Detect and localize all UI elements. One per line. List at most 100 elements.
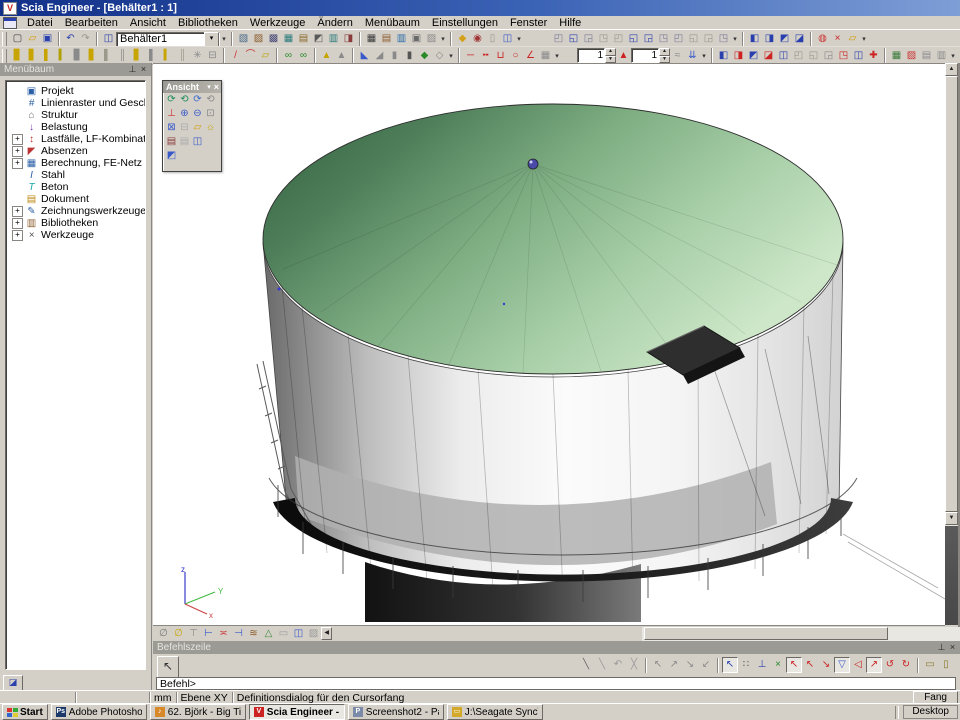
snap-mode-icon[interactable]: ▽ <box>834 657 850 673</box>
member-tool-icon[interactable]: ▊ <box>10 49 25 63</box>
snap-icon[interactable]: ↖ <box>650 657 666 673</box>
tree-expand-icon[interactable]: + <box>12 218 23 229</box>
tree-expand-icon[interactable]: + <box>12 230 23 241</box>
tree-item[interactable]: + # Linienraster und Geschosse <box>8 97 145 109</box>
tree-item[interactable]: + ⌂ Struktur <box>8 109 145 121</box>
member-tool-icon[interactable]: ▊ <box>70 49 85 63</box>
member-tool-icon[interactable]: ▌ <box>100 49 115 63</box>
toolbar-icon[interactable]: ▥ <box>934 49 949 63</box>
view-window-icon[interactable]: ◧ <box>747 32 762 46</box>
menu-item[interactable]: Werkzeuge <box>244 16 311 30</box>
dimension-tool-icon[interactable]: ╍ <box>478 49 493 63</box>
view-rotate-icon[interactable]: ⟲ <box>178 93 191 107</box>
dimension-tool-icon[interactable]: ─ <box>463 49 478 63</box>
chevron-down-icon[interactable]: ▾ <box>220 35 228 43</box>
menu-item[interactable]: Bearbeiten <box>59 16 124 30</box>
spinner-up-icon[interactable]: ▲ <box>605 48 616 56</box>
toolbar-icon[interactable]: ◆ <box>417 49 432 63</box>
toolbar-icon[interactable]: ▨ <box>904 49 919 63</box>
view-tool-icon[interactable]: ▱ <box>191 121 204 135</box>
window-layout-icon[interactable]: ◳ <box>716 32 731 46</box>
member-tool-icon[interactable]: ⊟ <box>205 49 220 63</box>
taskbar-task-button[interactable]: P Screenshot2 - Paint <box>348 704 444 720</box>
layer-spinner[interactable]: ▲▼ <box>631 48 670 63</box>
toolbar-grip[interactable] <box>2 49 7 63</box>
chevron-down-icon[interactable]: ▾ <box>447 52 455 60</box>
view-setting-icon[interactable]: ◫ <box>291 627 306 641</box>
snap-icon[interactable]: ▭ <box>922 657 938 673</box>
view-rotate-icon[interactable]: ⟳ <box>191 93 204 107</box>
spinner-value[interactable] <box>631 48 659 63</box>
desktop-toolbar-label[interactable]: Desktop <box>903 705 958 719</box>
toolbar-icon[interactable]: ◣ <box>357 49 372 63</box>
view-tool-icon[interactable]: ⊠ <box>165 121 178 135</box>
3d-viewport[interactable]: z Y x <box>153 63 945 625</box>
toolbar-icon[interactable]: ▦ <box>281 32 296 46</box>
snap-icon[interactable]: ╲ <box>594 657 610 673</box>
toolbar-icon[interactable]: ▲ <box>319 49 334 63</box>
command-panel-header[interactable]: Befehlszeile ⊥ × <box>153 641 960 654</box>
toolbar-icon[interactable]: ▨ <box>424 32 439 46</box>
selection-tool-icon[interactable]: ◫ <box>776 49 791 63</box>
tree-item[interactable]: + ✎ Zeichnungswerkzeuge <box>8 205 145 217</box>
chevron-down-icon[interactable]: ▾ <box>731 35 739 43</box>
spinner-up-icon[interactable]: ▲ <box>659 48 670 56</box>
toolbar-icon[interactable]: ↶ <box>63 32 78 46</box>
horizontal-scrollbar[interactable] <box>642 627 960 641</box>
member-tool-icon[interactable]: ▌ <box>40 49 55 63</box>
window-layout-icon[interactable]: ◱ <box>566 32 581 46</box>
toolbar-icon[interactable]: ◨ <box>341 32 356 46</box>
view-rotate-icon[interactable]: ⟳ <box>165 93 178 107</box>
member-tool-icon[interactable]: ▋ <box>130 49 145 63</box>
dimension-tool-icon[interactable]: ○ <box>508 49 523 63</box>
close-icon[interactable]: × <box>138 64 149 75</box>
member-tool-icon[interactable]: ▋ <box>25 49 40 63</box>
select-cursor-icon[interactable]: ↖ <box>722 657 738 673</box>
status-unit[interactable]: mm <box>150 692 177 704</box>
view-tool-icon[interactable]: ▤ <box>178 135 191 149</box>
dimension-tool-icon[interactable]: ▦ <box>538 49 553 63</box>
toolbar-icon[interactable]: ◩ <box>311 32 326 46</box>
snap-icon[interactable]: × <box>770 657 786 673</box>
view-tool-icon[interactable]: ☼ <box>204 121 217 135</box>
tree-item[interactable]: + ▥ Bibliotheken <box>8 217 145 229</box>
toolbar-icon[interactable]: ▤ <box>379 32 394 46</box>
snap-icon[interactable]: ↗ <box>666 657 682 673</box>
view-setting-icon[interactable]: ∅ <box>171 627 186 641</box>
zoom-tool-icon[interactable]: ⊡ <box>204 107 217 121</box>
chevron-down-icon[interactable]: ▾ <box>860 35 868 43</box>
toolbar-divider[interactable] <box>895 706 899 719</box>
draw-tool-icon[interactable]: / <box>228 49 243 63</box>
member-tool-icon[interactable]: ║ <box>175 49 190 63</box>
snap-mode-icon[interactable]: ↗ <box>866 657 882 673</box>
view-setting-icon[interactable]: ⊣ <box>231 627 246 641</box>
project-combobox[interactable]: Behälter1 ▾ <box>116 32 220 47</box>
selection-tool-icon[interactable]: ◨ <box>731 49 746 63</box>
cursor-tool-button[interactable]: ↖ <box>157 656 179 678</box>
toolbar-icon[interactable]: ▥ <box>326 32 341 46</box>
menu-item[interactable]: Hilfe <box>553 16 587 30</box>
selection-tool-icon[interactable]: ◱ <box>806 49 821 63</box>
toolbar-icon[interactable]: ▢ <box>10 32 25 46</box>
selection-tool-icon[interactable]: ◰ <box>791 49 806 63</box>
view-setting-icon[interactable]: ≋ <box>246 627 261 641</box>
view-tool-icon[interactable]: ⊟ <box>178 121 191 135</box>
child-window-icon[interactable] <box>3 17 17 29</box>
member-tool-icon[interactable]: ▋ <box>85 49 100 63</box>
selection-tool-icon[interactable]: ◧ <box>716 49 731 63</box>
member-tool-icon[interactable]: ✳ <box>190 49 205 63</box>
taskbar-task-button[interactable]: V Scia Engineer - [Behäl... <box>249 704 345 720</box>
snap-icon[interactable]: ↘ <box>682 657 698 673</box>
view-tool-icon[interactable]: ◫ <box>191 135 204 149</box>
view-setting-icon[interactable]: ▭ <box>276 627 291 641</box>
toolbar-icon[interactable]: ▮ <box>387 49 402 63</box>
snap-icon[interactable]: ▯ <box>938 657 954 673</box>
toolbar-icon[interactable]: ◢ <box>372 49 387 63</box>
window-layout-icon[interactable]: ◲ <box>641 32 656 46</box>
menu-item[interactable]: Ansicht <box>124 16 172 30</box>
scrollbar-thumb[interactable] <box>945 76 958 512</box>
tree-expand-icon[interactable]: + <box>12 158 23 169</box>
tree-item[interactable]: + ↕ Lastfälle, LF-Kombinationen <box>8 133 145 145</box>
dimension-tool-icon[interactable]: ⊔ <box>493 49 508 63</box>
snap-icon[interactable]: ∷ <box>738 657 754 673</box>
